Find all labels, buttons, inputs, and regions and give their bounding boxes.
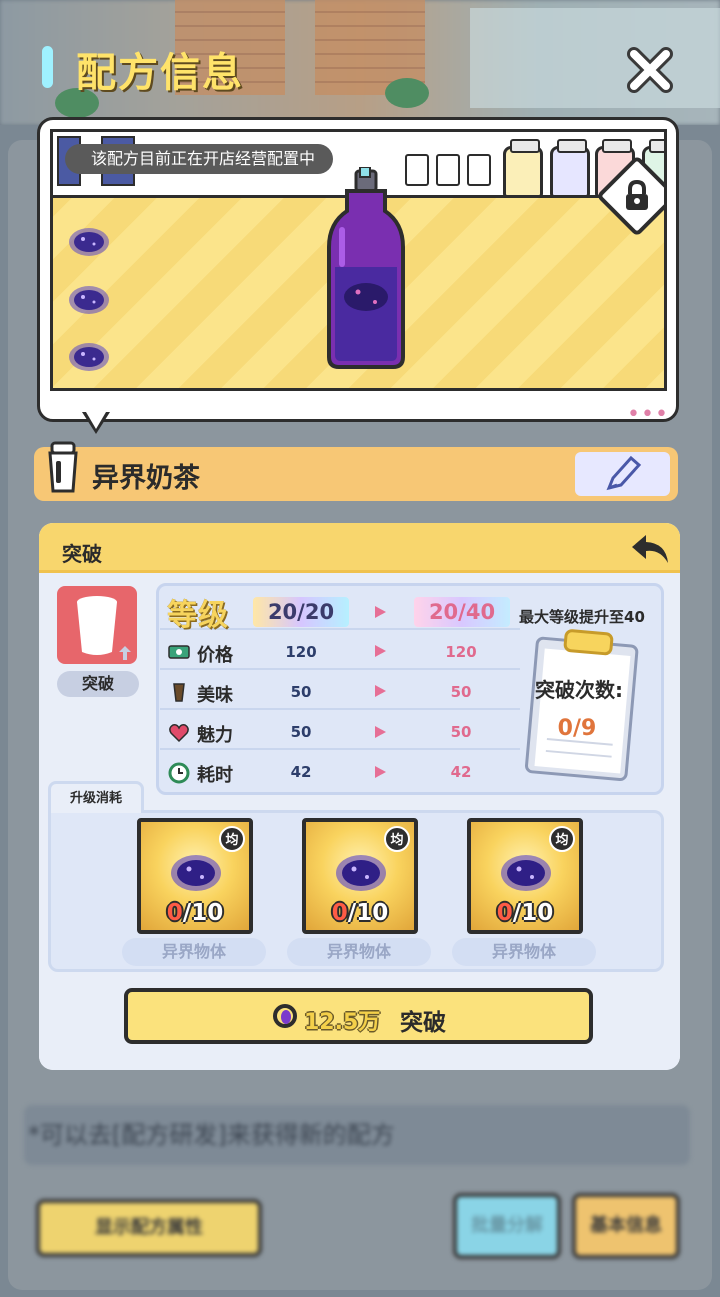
item-need: /10: [182, 900, 224, 926]
item-need: /10: [512, 900, 554, 926]
item-badge: 均: [549, 826, 575, 852]
stat-label-time: 耗时: [197, 765, 233, 786]
stat-value-charm: 50: [290, 723, 312, 741]
stat-label-charm: 魅力: [197, 725, 233, 746]
jar: [550, 139, 590, 198]
background-footer: *可以去[配方研发]来获得新的配方 显示配方属性 批量分解 基本信息: [24, 1105, 690, 1281]
stat-value-taste: 50: [290, 683, 312, 701]
cost-item-slot[interactable]: 均 0/10: [137, 818, 253, 934]
card-title: 突破: [62, 542, 102, 566]
close-button[interactable]: [622, 42, 678, 98]
otherworld-object-icon: [501, 855, 551, 891]
cost-item-slot[interactable]: 均 0/10: [302, 818, 418, 934]
basic-info-button[interactable]: 基本信息: [572, 1193, 680, 1259]
heart-icon: [169, 724, 189, 743]
arrow-right-icon: [375, 726, 386, 738]
max-level-note: 最大等级提升至40: [519, 608, 645, 626]
breakthrough-tag: 突破: [57, 671, 139, 697]
arrow-right-icon: [375, 766, 386, 778]
lock-icon: [626, 179, 648, 210]
level-current: 20/20: [253, 597, 349, 627]
cost-item-name: 异界物体: [452, 938, 596, 966]
card-header: [39, 523, 680, 573]
breakthrough-count: 0/9: [557, 716, 597, 741]
cost-item-name: 异界物体: [122, 938, 266, 966]
jar: [503, 139, 543, 198]
item-count: 0/10: [306, 900, 414, 926]
stat-value-price: 120: [285, 643, 317, 661]
otherworld-object-icon: [171, 855, 221, 891]
price-tag: [436, 154, 460, 186]
stat-value-time: 42: [290, 763, 312, 781]
milk-tea-bottle-icon: [327, 167, 405, 369]
recipe-hint: *可以去[配方研发]来获得新的配方: [24, 1105, 690, 1165]
stat-label-price: 价格: [197, 645, 233, 666]
batch-decompose-button[interactable]: 批量分解: [453, 1193, 561, 1259]
stat-new-time: 42: [450, 763, 472, 781]
page-title: 配方信息: [76, 50, 244, 96]
level-new: 20/40: [414, 597, 510, 627]
arrow-right-icon: [375, 606, 386, 618]
item-badge: 均: [219, 826, 245, 852]
stat-new-charm: 50: [450, 723, 472, 741]
house-roof: [470, 8, 720, 108]
otherworld-object-icon: [69, 228, 109, 256]
item-have: 0: [166, 900, 183, 926]
show-attributes-button[interactable]: 显示配方属性: [36, 1199, 262, 1257]
arrow-right-icon: [375, 685, 386, 697]
breakthrough-button[interactable]: 12.5万 突破: [124, 988, 593, 1044]
pager-dots[interactable]: •••: [627, 402, 669, 427]
clock-icon: [168, 762, 190, 784]
speech-tail-inner: [86, 412, 106, 429]
breakthrough-price: 12.5万: [304, 1010, 381, 1035]
pencil-icon: [606, 455, 642, 491]
breakthrough-icon: [57, 586, 137, 664]
cost-item-name: 异界物体: [287, 938, 431, 966]
bush: [385, 78, 429, 108]
status-banner: 该配方目前正在开店经营配置中: [65, 144, 334, 174]
title-accent-bar: [42, 46, 53, 88]
level-label: 等级: [167, 598, 229, 633]
coin-icon: [273, 1004, 297, 1028]
back-button[interactable]: [628, 529, 674, 569]
stat-new-taste: 50: [450, 683, 472, 701]
price-tag: [467, 154, 491, 186]
rename-button[interactable]: [575, 452, 670, 496]
item-count: 0/10: [141, 900, 249, 926]
item-have: 0: [331, 900, 348, 926]
cost-item-slot[interactable]: 均 0/10: [467, 818, 583, 934]
breakthrough-count-title: 突破次数:: [535, 678, 623, 702]
money-icon: [168, 645, 190, 659]
item-have: 0: [496, 900, 513, 926]
cup-upgrade-icon: [77, 596, 131, 660]
clipboard-icon: [525, 629, 639, 782]
otherworld-object-icon: [69, 343, 109, 371]
stat-label-taste: 美味: [197, 685, 233, 706]
close-icon: [627, 47, 673, 93]
cup-icon: [48, 441, 78, 493]
otherworld-object-icon: [336, 855, 386, 891]
upgrade-cost-tab: 升级消耗: [48, 781, 144, 813]
recipe-name: 异界奶茶: [92, 463, 200, 494]
return-arrow-icon: [632, 535, 668, 563]
item-need: /10: [347, 900, 389, 926]
recipe-preview-panel: 该配方目前正在开店经营配置中 •••: [37, 117, 679, 427]
item-badge: 均: [384, 826, 410, 852]
arrow-right-icon: [375, 645, 386, 657]
item-count: 0/10: [471, 900, 579, 926]
cup-icon: [173, 683, 185, 702]
stat-new-price: 120: [445, 643, 477, 661]
otherworld-object-icon: [69, 286, 109, 314]
shop-scene: 该配方目前正在开店经营配置中: [50, 129, 667, 391]
breakthrough-button-label: 突破: [400, 1010, 446, 1036]
